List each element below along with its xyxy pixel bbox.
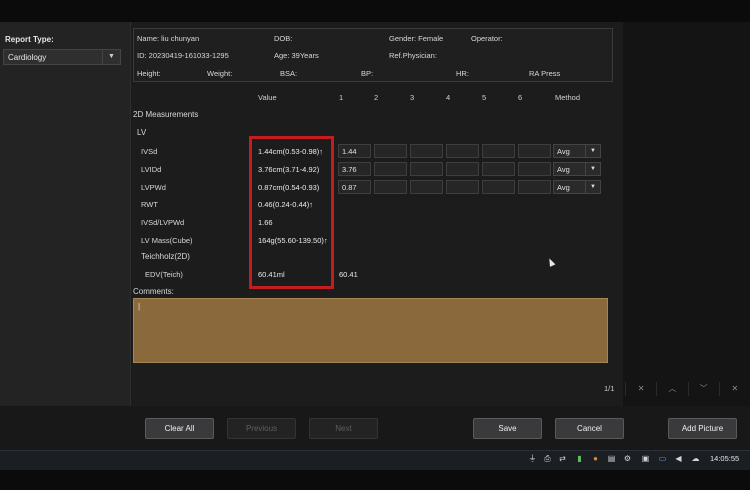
chevron-down-icon: ▼: [585, 163, 600, 175]
row-label-lvidd: LVIDd: [141, 165, 162, 174]
system-taskbar: [0, 450, 750, 470]
chevron-down-icon: ▼: [585, 181, 600, 193]
storage-icon[interactable]: ▤: [606, 453, 617, 465]
method-select-ivsd[interactable]: Avg ▼: [553, 144, 601, 158]
page-nav-controls: ✕ ︿ ﹀ ✕: [625, 382, 750, 396]
right-strip: [623, 22, 750, 406]
display-icon[interactable]: ▭: [657, 453, 668, 465]
patient-gender: Gender: Female: [389, 34, 444, 43]
row-label-lv-mass: LV Mass(Cube): [141, 236, 193, 245]
patient-ref-physician: Ref.Physician:: [389, 51, 437, 60]
header-col-6: 6: [518, 93, 523, 102]
device-icon[interactable]: ▣: [640, 453, 651, 465]
info-icon[interactable]: ●: [590, 453, 601, 465]
usb-icon[interactable]: ⏚: [527, 453, 538, 465]
patient-height: Height:: [137, 69, 161, 78]
save-button[interactable]: Save: [473, 418, 542, 439]
patient-age: Age: 39Years: [274, 51, 319, 60]
patient-bp: BP:: [361, 69, 374, 78]
volume-icon[interactable]: ◀: [673, 453, 684, 465]
chevron-down-icon: ▼: [102, 50, 120, 64]
section-lv: LV: [137, 128, 147, 137]
measure-lvpwd-2[interactable]: [374, 180, 407, 194]
header-method: Method: [555, 93, 581, 102]
network-icon[interactable]: ⇄: [557, 453, 568, 465]
measure-lvidd-4[interactable]: [446, 162, 479, 176]
measure-lvpwd-6[interactable]: [518, 180, 551, 194]
comments-label: Comments:: [133, 287, 174, 296]
header-col-1: 1: [339, 93, 344, 102]
patient-id: ID: 20230419-161033-1295: [137, 51, 229, 60]
patient-ra-press: RA Press: [529, 69, 561, 78]
cloud-icon[interactable]: ☁: [690, 453, 701, 465]
measure-ivsd-4[interactable]: [446, 144, 479, 158]
report-type-label: Report Type:: [5, 35, 54, 44]
method-value: Avg: [557, 165, 570, 174]
left-panel: Report Type: Cardiology ▼: [0, 22, 131, 406]
method-value: Avg: [557, 147, 570, 156]
system-clock: 14:05:55: [710, 454, 740, 463]
row-label-ivsd: IVSd: [141, 147, 158, 156]
method-value: Avg: [557, 183, 570, 192]
patient-hr: HR:: [456, 69, 469, 78]
header-col-3: 3: [410, 93, 415, 102]
top-bar: [0, 0, 750, 22]
measure-lvpwd-5[interactable]: [482, 180, 515, 194]
section-2d-measurements: 2D Measurements: [133, 110, 199, 119]
measure-lvpwd-4[interactable]: [446, 180, 479, 194]
row-label-rwt: RWT: [141, 200, 158, 209]
comments-textarea[interactable]: |: [133, 298, 608, 363]
highlight-annotation-box: [249, 136, 334, 289]
report-type-value: Cardiology: [8, 53, 47, 62]
header-col-2: 2: [374, 93, 379, 102]
measure-lvidd-5[interactable]: [482, 162, 515, 176]
measure-ivsd-1[interactable]: 1.44: [338, 144, 371, 158]
battery-icon[interactable]: ▮: [574, 453, 585, 465]
section-teichholz: Teichholz(2D): [141, 252, 190, 261]
measure-lvidd-3[interactable]: [410, 162, 443, 176]
patient-dob: DOB:: [274, 34, 293, 43]
row-label-edv: EDV(Teich): [145, 270, 183, 279]
patient-weight: Weight:: [207, 69, 233, 78]
page-indicator: 1/1: [604, 384, 615, 393]
chevron-down-icon: ▼: [585, 145, 600, 157]
measure-lvpwd-3[interactable]: [410, 180, 443, 194]
close-icon[interactable]: ✕: [625, 382, 656, 396]
previous-button[interactable]: Previous: [227, 418, 296, 439]
printer-icon[interactable]: ⎙: [542, 453, 553, 465]
measure-lvpwd-1[interactable]: 0.87: [338, 180, 371, 194]
chevron-up-icon[interactable]: ︿: [656, 382, 687, 396]
report-type-select[interactable]: Cardiology ▼: [3, 49, 121, 65]
header-col-5: 5: [482, 93, 487, 102]
settings-icon[interactable]: ⚙: [622, 453, 633, 465]
header-value: Value: [258, 93, 277, 102]
header-col-4: 4: [446, 93, 451, 102]
measure-ivsd-5[interactable]: [482, 144, 515, 158]
chevron-down-icon[interactable]: ﹀: [687, 382, 719, 396]
row-label-lvpwd: LVPWd: [141, 183, 166, 192]
method-select-lvpwd[interactable]: Avg ▼: [553, 180, 601, 194]
patient-name: Name: liu chunyan: [137, 34, 200, 43]
bottom-frame: [0, 470, 750, 490]
measure-ivsd-6[interactable]: [518, 144, 551, 158]
add-picture-button[interactable]: Add Picture: [668, 418, 737, 439]
patient-bsa: BSA:: [280, 69, 298, 78]
next-button[interactable]: Next: [309, 418, 378, 439]
close-icon[interactable]: ✕: [718, 382, 750, 396]
measure-ivsd-2[interactable]: [374, 144, 407, 158]
measure-lvidd-6[interactable]: [518, 162, 551, 176]
measure-ivsd-3[interactable]: [410, 144, 443, 158]
row-label-ivsd-lvpwd: IVSd/LVPWd: [141, 218, 185, 227]
method-select-lvidd[interactable]: Avg ▼: [553, 162, 601, 176]
clear-all-button[interactable]: Clear All: [145, 418, 214, 439]
measure-lvidd-2[interactable]: [374, 162, 407, 176]
measure-lvidd-1[interactable]: 3.76: [338, 162, 371, 176]
cancel-button[interactable]: Cancel: [555, 418, 624, 439]
measure-edv-1: 60.41: [339, 270, 358, 279]
patient-operator: Operator:: [471, 34, 503, 43]
